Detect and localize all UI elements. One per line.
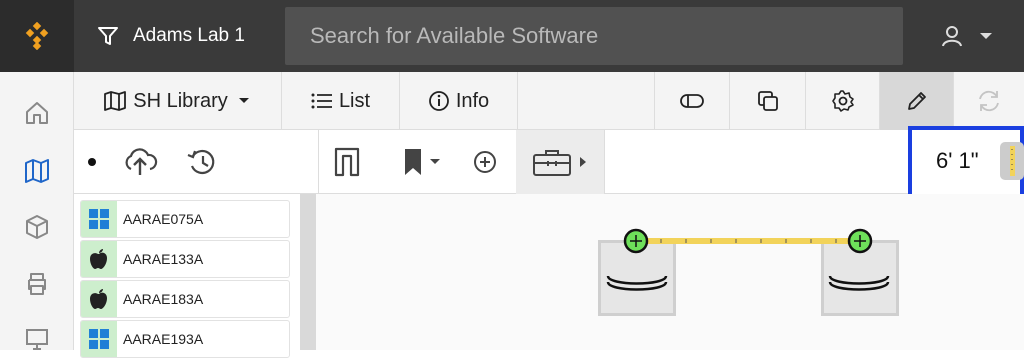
toolbox-icon bbox=[533, 150, 571, 176]
refresh-button[interactable] bbox=[954, 72, 1024, 130]
pencil-icon bbox=[907, 92, 926, 110]
software-name: AARAE193A bbox=[123, 331, 204, 347]
measurement-value: 6' 1" bbox=[936, 148, 979, 173]
software-list: AARAE075A AARAE133A AARAE183A AARAE193A bbox=[74, 194, 304, 358]
monitor-icon[interactable] bbox=[24, 326, 50, 352]
toolbox-button[interactable] bbox=[516, 130, 604, 194]
printer-icon[interactable] bbox=[24, 271, 50, 297]
toggle-view-button[interactable] bbox=[654, 72, 730, 130]
measurement-overlay bbox=[606, 228, 890, 291]
software-name: AARAE075A bbox=[123, 211, 204, 227]
windows-icon bbox=[81, 321, 117, 357]
primary-toolbar: SH Library List Info bbox=[74, 72, 1024, 130]
map-icon[interactable] bbox=[24, 158, 50, 184]
list-item[interactable]: AARAE133A bbox=[80, 240, 290, 278]
settings-button[interactable] bbox=[806, 72, 880, 130]
gear-icon bbox=[831, 90, 854, 112]
side-nav bbox=[0, 72, 74, 350]
caret-down-icon bbox=[430, 159, 440, 164]
list-item[interactable]: AARAE183A bbox=[80, 280, 290, 318]
caret-right-icon bbox=[580, 157, 586, 167]
history-button[interactable] bbox=[180, 130, 224, 194]
secondary-toolbar bbox=[74, 130, 1024, 194]
bookmark-dropdown[interactable] bbox=[396, 130, 448, 194]
software-name: AARAE183A bbox=[123, 291, 204, 307]
refresh-icon bbox=[979, 90, 999, 112]
start-marker-icon[interactable] bbox=[623, 228, 649, 254]
software-name: AARAE133A bbox=[123, 251, 204, 267]
user-icon bbox=[942, 26, 962, 47]
copy-icon bbox=[757, 91, 778, 111]
list-view-button[interactable]: List bbox=[282, 72, 400, 130]
user-menu[interactable] bbox=[940, 24, 996, 48]
map-canvas[interactable] bbox=[316, 194, 1024, 350]
library-label: SH Library bbox=[133, 89, 228, 112]
filter-icon bbox=[98, 27, 118, 45]
apple-icon bbox=[81, 281, 117, 317]
library-dropdown[interactable]: SH Library bbox=[74, 72, 282, 130]
info-icon bbox=[428, 91, 449, 111]
cloud-upload-icon bbox=[125, 148, 158, 175]
edit-button[interactable] bbox=[880, 72, 954, 130]
room-outline-button[interactable] bbox=[332, 130, 362, 194]
divider bbox=[318, 130, 319, 194]
top-bar: Adams Lab 1 Search for Available Softwar… bbox=[0, 0, 1024, 72]
tape-measure-icon[interactable] bbox=[1000, 142, 1024, 180]
plus-circle-icon bbox=[474, 151, 496, 173]
logo-icon bbox=[25, 22, 49, 50]
history-icon bbox=[187, 149, 215, 175]
bookmark-icon bbox=[405, 149, 421, 175]
software-search-input[interactable]: Search for Available Software bbox=[285, 7, 903, 65]
measurement-readout[interactable]: 6' 1" bbox=[908, 126, 1024, 198]
toggle-icon bbox=[680, 94, 704, 108]
list-icon bbox=[311, 93, 332, 109]
app-logo[interactable] bbox=[0, 0, 74, 72]
measure-line bbox=[636, 238, 860, 244]
apple-icon bbox=[81, 241, 117, 277]
list-scrollbar[interactable] bbox=[300, 194, 316, 350]
divider bbox=[604, 130, 605, 194]
duplicate-button[interactable] bbox=[730, 72, 806, 130]
chevron-down-icon bbox=[980, 33, 992, 39]
list-item[interactable]: AARAE075A bbox=[80, 200, 290, 238]
lab-name: Adams Lab 1 bbox=[133, 25, 245, 46]
caret-down-icon bbox=[238, 98, 249, 103]
lab-filter[interactable]: Adams Lab 1 bbox=[97, 24, 245, 48]
list-item[interactable]: AARAE193A bbox=[80, 320, 290, 358]
end-marker-icon[interactable] bbox=[847, 228, 873, 254]
info-label: Info bbox=[455, 89, 490, 112]
doorway-icon bbox=[334, 147, 360, 177]
map-icon bbox=[104, 91, 127, 111]
home-icon[interactable] bbox=[24, 100, 50, 126]
search-placeholder: Search for Available Software bbox=[310, 23, 599, 48]
info-button[interactable]: Info bbox=[400, 72, 518, 130]
upload-button[interactable] bbox=[118, 130, 162, 194]
box-icon[interactable] bbox=[24, 214, 50, 240]
windows-icon bbox=[81, 201, 117, 237]
status-dot-icon bbox=[80, 130, 104, 194]
list-label: List bbox=[338, 89, 371, 112]
add-button[interactable] bbox=[470, 130, 500, 194]
